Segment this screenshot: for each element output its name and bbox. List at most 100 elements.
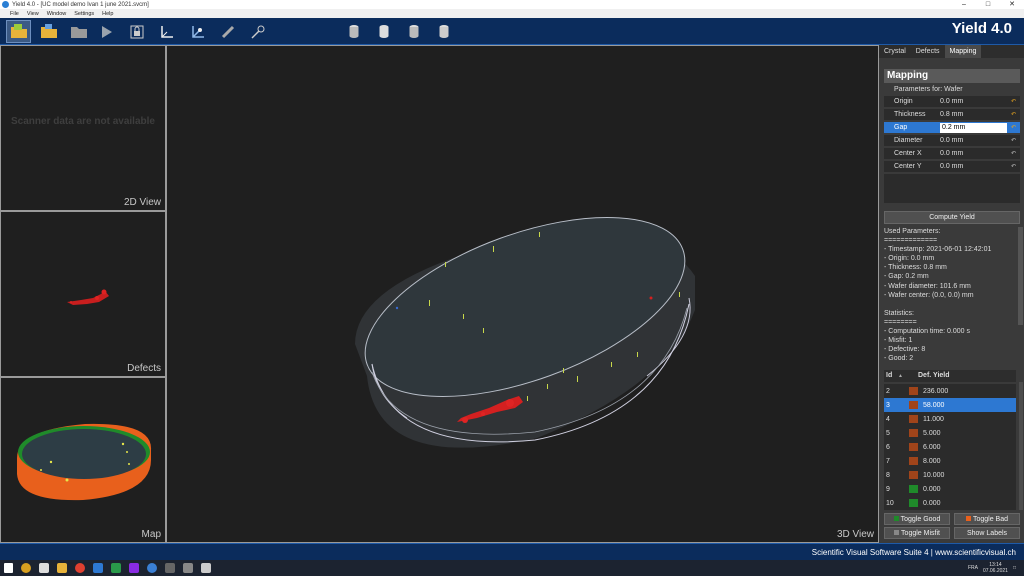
table-row[interactable]: 5 5.000 — [884, 426, 1016, 440]
window-controls: – □ ✕ — [952, 0, 1024, 9]
layer-4-button[interactable] — [436, 20, 452, 43]
table-row[interactable]: 4 11.000 — [884, 412, 1016, 426]
brand-title: Yield 4.0 — [951, 20, 1012, 37]
close-icon[interactable]: ✕ — [1000, 0, 1024, 9]
probe-button[interactable] — [248, 20, 268, 43]
defects-pane[interactable]: Defects — [0, 211, 166, 377]
row-id: 8 — [886, 471, 890, 479]
param-row-center-x[interactable]: Center X 0.0 mm ↶ — [884, 148, 1020, 160]
reset-icon[interactable]: ↶ — [1009, 137, 1018, 145]
param-value[interactable]: 0.0 mm — [940, 98, 1009, 105]
table-row[interactable]: 3 58.000 — [884, 398, 1016, 412]
used-params-title: Used Parameters: — [884, 228, 941, 235]
table-row[interactable]: 7 8.000 — [884, 454, 1016, 468]
tab-mapping[interactable]: Mapping — [944, 45, 982, 58]
param-value[interactable]: 0.0 mm — [940, 163, 1009, 170]
menu-view[interactable]: View — [27, 11, 39, 17]
param-row-thickness[interactable]: Thickness 0.8 mm ↶ — [884, 109, 1020, 121]
layer-2-button[interactable] — [376, 20, 392, 43]
results-text: Used Parameters: ============= - Timesta… — [884, 227, 1016, 367]
results-scrollbar[interactable] — [1018, 227, 1023, 325]
reset-icon[interactable]: ↶ — [1009, 150, 1018, 158]
explorer-icon[interactable] — [57, 563, 67, 573]
col-id[interactable]: Id — [884, 370, 898, 382]
param-name: Origin — [894, 98, 913, 105]
statistics-title: Statistics: — [884, 309, 914, 317]
row-yield: 8.000 — [923, 457, 941, 465]
browser-icon[interactable] — [75, 563, 85, 573]
lock-button[interactable] — [128, 20, 146, 43]
tab-crystal[interactable]: Crystal — [879, 45, 911, 58]
table-row[interactable]: 9 0.000 — [884, 482, 1016, 496]
param-name: Gap — [894, 124, 908, 131]
play-button[interactable] — [98, 20, 116, 43]
view-3d-pane[interactable]: 3D View — [166, 45, 879, 543]
toggle-misfit-button[interactable]: Toggle Misfit — [884, 527, 950, 539]
tab-defects[interactable]: Defects — [911, 45, 945, 58]
row-yield: 5.000 — [923, 429, 941, 437]
reset-icon[interactable]: ↶ — [1009, 98, 1018, 106]
notification-icon[interactable]: □ — [1013, 565, 1016, 571]
sort-icon[interactable]: ▲ — [898, 370, 918, 382]
tray-clock[interactable]: 13:14 07.06.2021 — [983, 562, 1008, 574]
menu-file[interactable]: File — [10, 11, 19, 17]
ruler-icon — [221, 25, 235, 38]
toggle-bad-button[interactable]: Toggle Bad — [954, 513, 1020, 525]
toggle-good-label: Toggle Good — [900, 516, 941, 523]
param-value[interactable]: 0.0 mm — [940, 137, 1009, 144]
layer-1-button[interactable] — [346, 20, 362, 43]
menu-help[interactable]: Help — [102, 11, 113, 17]
param-row-origin[interactable]: Origin 0.0 mm ↶ — [884, 96, 1020, 108]
info-defective: - Defective: 8 — [884, 346, 926, 354]
view-2d-pane[interactable]: Scanner data are not available 2D View — [0, 45, 166, 211]
windows-start-icon[interactable] — [4, 563, 13, 573]
param-row-gap[interactable]: Gap 0.2 mm ↶ — [884, 122, 1020, 134]
open-project-button[interactable] — [6, 20, 31, 43]
row-id: 9 — [886, 485, 890, 493]
compute-yield-button[interactable]: Compute Yield — [884, 211, 1020, 224]
show-labels-button[interactable]: Show Labels — [954, 527, 1020, 539]
app-window-icon[interactable] — [183, 563, 193, 573]
table-row[interactable]: 2 236.000 — [884, 384, 1016, 398]
defects-plot — [67, 289, 109, 305]
yield-app-icon[interactable] — [111, 563, 121, 573]
app-yellow-icon[interactable] — [21, 563, 31, 573]
app-gray-icon[interactable] — [165, 563, 175, 573]
table-row[interactable]: 6 6.000 — [884, 440, 1016, 454]
param-row-center-y[interactable]: Center Y 0.0 mm ↶ — [884, 161, 1020, 173]
transform-button[interactable] — [188, 20, 208, 43]
maximize-icon[interactable]: □ — [976, 0, 1000, 9]
layer-3-button[interactable] — [406, 20, 422, 43]
table-scrollbar[interactable] — [1019, 382, 1023, 510]
gap-input[interactable]: 0.2 mm — [940, 122, 1007, 133]
row-color-swatch — [909, 387, 918, 395]
reset-icon[interactable]: ↶ — [1009, 163, 1018, 171]
table-row[interactable]: 10 0.000 — [884, 496, 1016, 510]
status-bar: Scientific Visual Software Suite 4 | www… — [0, 543, 1024, 560]
map-pane[interactable]: Map — [0, 377, 166, 543]
files-icon[interactable] — [39, 563, 49, 573]
minimize-icon[interactable]: – — [952, 0, 976, 9]
cylinder-icon — [439, 25, 449, 38]
measure-button[interactable] — [219, 20, 237, 43]
reset-icon[interactable]: ↶ — [1009, 124, 1018, 132]
app-blue-icon[interactable] — [93, 563, 103, 573]
param-value[interactable]: 0.8 mm — [940, 111, 1009, 118]
menu-window[interactable]: Window — [47, 11, 67, 17]
param-row-diameter[interactable]: Diameter 0.0 mm ↶ — [884, 135, 1020, 147]
menu-settings[interactable]: Settings — [74, 11, 94, 17]
tray-lang[interactable]: FRA — [968, 565, 978, 571]
param-value[interactable]: 0.0 mm — [940, 150, 1009, 157]
open-scan-button[interactable] — [68, 20, 90, 43]
title-bar: Yield 4.0 - [UC model demo Ivan 1 june 2… — [0, 0, 1024, 9]
app-globe-icon[interactable] — [147, 563, 157, 573]
reset-icon[interactable]: ↶ — [1009, 111, 1018, 119]
cylinder-icon — [379, 25, 389, 38]
table-row[interactable]: 8 10.000 — [884, 468, 1016, 482]
open-data-button[interactable] — [38, 20, 60, 43]
col-yield[interactable]: Def. Yield — [918, 370, 950, 382]
axis-button[interactable] — [157, 20, 177, 43]
app-purple-icon[interactable] — [129, 563, 139, 573]
document-icon[interactable] — [201, 563, 211, 573]
toggle-good-button[interactable]: Toggle Good — [884, 513, 950, 525]
